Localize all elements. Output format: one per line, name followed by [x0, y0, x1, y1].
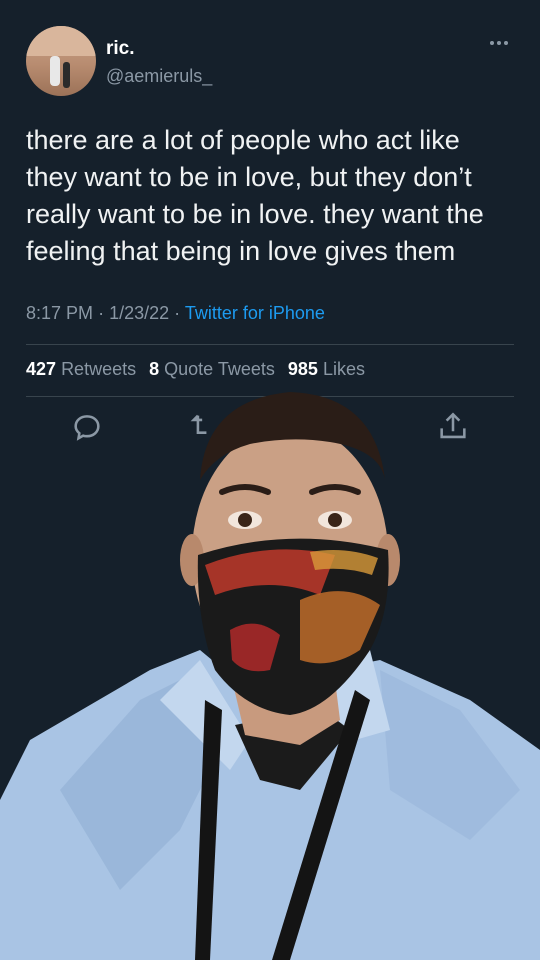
tweet-text: there are a lot of people who act like t…: [26, 125, 484, 266]
tweet-date: 1/23/22: [109, 303, 170, 323]
tweet-time: 8:17 PM: [26, 303, 94, 323]
avatar[interactable]: [26, 26, 96, 96]
meta-separator: ·: [98, 303, 105, 323]
person-photo-overlay: [0, 392, 540, 960]
display-name[interactable]: ric.: [106, 38, 135, 60]
tweet-source[interactable]: Twitter for iPhone: [185, 303, 325, 323]
user-handle[interactable]: @aemieruls_: [106, 66, 212, 87]
tweet-header: ric. @aemieruls_: [26, 26, 514, 96]
divider: [26, 344, 514, 345]
more-icon[interactable]: [490, 38, 514, 48]
tweet-meta: 8:17 PM · 1/23/22 · Twitter for iPhone: [26, 303, 325, 324]
meta-separator: ·: [174, 303, 181, 323]
